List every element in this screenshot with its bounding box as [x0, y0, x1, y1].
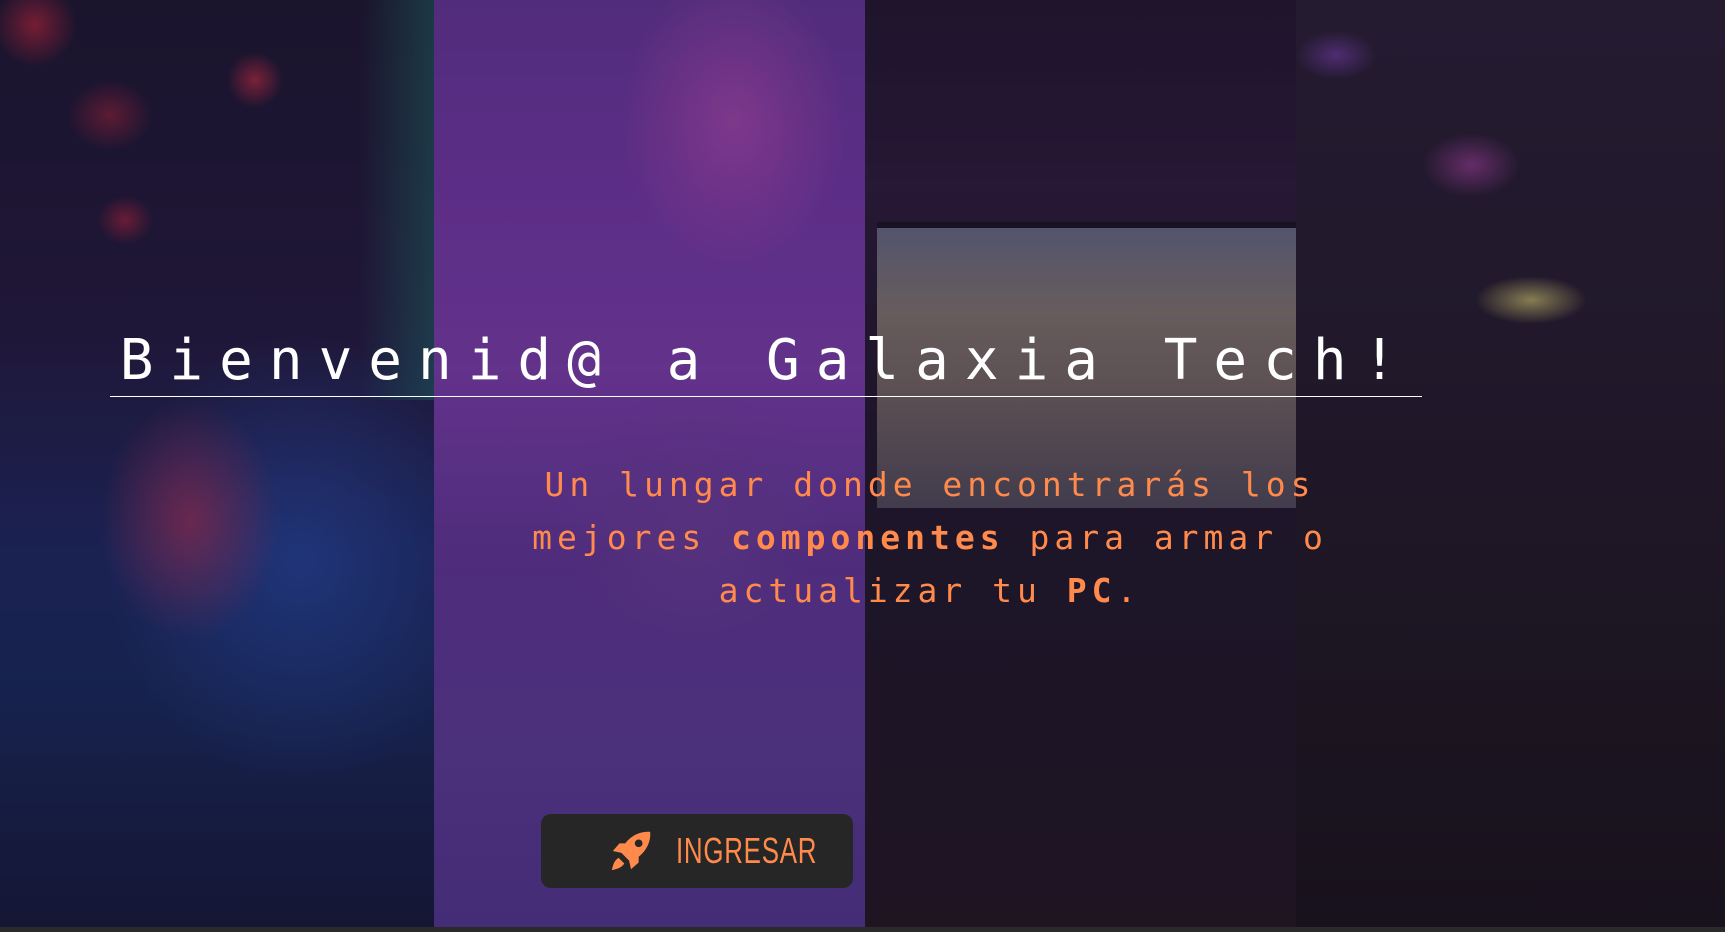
hero-subtitle: Un lungar donde encontrarás los mejores … — [505, 458, 1355, 617]
rocket-icon — [611, 831, 651, 871]
title-divider — [110, 396, 1422, 397]
ingresar-label: INGRESAR — [676, 830, 818, 871]
hero-section: Bienvenid@ a Galaxia Tech! Un lungar don… — [0, 0, 1725, 927]
subtitle-highlight-pc: PC — [1066, 571, 1117, 610]
subtitle-text-3: . — [1116, 571, 1142, 610]
page-title: Bienvenid@ a Galaxia Tech! — [119, 328, 1413, 393]
subtitle-highlight-componentes: componentes — [731, 518, 1005, 557]
bottom-bar — [0, 927, 1725, 932]
ingresar-button[interactable]: INGRESAR — [541, 814, 853, 888]
